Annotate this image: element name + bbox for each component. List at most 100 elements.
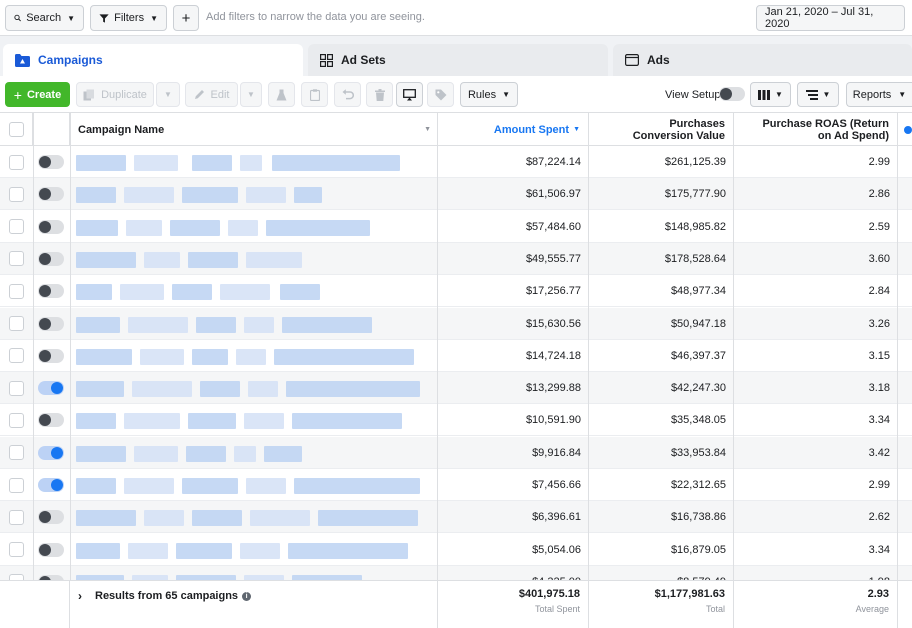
column-header-purchases-value[interactable]: Purchases Conversion Value [589,113,734,146]
campaign-status-toggle[interactable] [38,542,64,557]
row-checkbox[interactable] [9,154,24,170]
footer-average-roas: 2.93 Average [734,581,898,628]
edit-label: Edit [210,88,230,101]
preview-icon [403,88,416,100]
select-all-checkbox[interactable] [8,122,24,137]
row-checkbox[interactable] [9,283,24,299]
reports-button[interactable]: Reports ▼ [846,82,912,107]
row-select-cell [0,469,33,501]
campaign-name-redacted [288,542,408,559]
table-row[interactable]: $6,396.61 $16,738.86 2.62 [0,501,912,534]
amount-spent-cell: $57,484.60 [525,220,581,233]
duplicate-button[interactable]: Duplicate [76,82,154,107]
filters-button[interactable]: Filters ▼ [90,5,167,31]
row-checkbox[interactable] [9,316,24,331]
campaign-name-redacted [76,155,126,171]
row-checkbox[interactable] [9,348,24,364]
campaign-name-redacted [120,284,164,301]
row-checkbox[interactable] [9,186,24,202]
preview-button[interactable] [396,82,423,107]
campaign-name-redacted [294,187,322,204]
date-range-picker[interactable]: Jan 21, 2020 – Jul 31, 2020 [756,5,905,31]
create-button[interactable]: + Create [5,82,70,107]
add-filter-button[interactable]: + [173,5,199,31]
campaign-name-redacted [76,445,126,462]
campaign-status-toggle[interactable] [38,445,64,460]
table-row[interactable]: $13,299.88 $42,247.30 3.18 [0,372,912,405]
column-header-roas[interactable]: Purchase ROAS (Return on Ad Spend) [734,113,898,146]
filters-label: Filters [114,12,145,24]
search-button[interactable]: Search ▼ [5,5,84,31]
tab-ads[interactable]: Ads [613,44,912,76]
breakdown-button[interactable]: ▼ [797,82,839,107]
table-row[interactable]: $9,916.84 $33,953.84 3.42 [0,436,912,469]
table-row[interactable]: $7,456.66 $22,312.65 2.99 [0,469,912,501]
row-checkbox[interactable] [9,219,24,235]
amount-spent-cell: $10,591.90 [525,414,581,427]
table-row[interactable]: $17,256.77 $48,977.34 2.84 [0,275,912,308]
rules-button[interactable]: Rules ▼ [460,82,518,107]
row-checkbox[interactable] [9,509,24,525]
plus-icon: + [13,86,22,103]
table-row[interactable]: $5,054.06 $16,879.05 3.34 [0,534,912,566]
ab-test-button[interactable] [268,82,295,107]
column-header-amount-spent[interactable]: Amount Spent ▼ [438,113,589,146]
column-divider [437,113,438,580]
table-row[interactable]: $61,506.97 $175,777.90 2.86 [0,178,912,211]
roas-cell: 3.42 [868,446,890,459]
edit-button[interactable]: Edit [185,82,238,107]
duplicate-dropdown[interactable]: ▼ [156,82,180,107]
view-setup-label: View Setup [665,89,721,101]
info-icon[interactable]: i [242,591,252,601]
average-roas-label: Average [855,604,889,614]
row-checkbox[interactable] [9,445,24,461]
campaign-status-toggle[interactable] [38,413,64,428]
row-checkbox[interactable] [9,412,24,428]
row-checkbox[interactable] [9,477,24,493]
sort-descending-icon: ▼ [573,125,580,133]
campaign-status-toggle[interactable] [38,510,64,525]
campaign-status-toggle[interactable] [38,155,64,169]
column-header-campaign-name[interactable]: Campaign Name ▼ [70,113,438,146]
table-row[interactable]: $14,724.18 $46,397.37 3.15 [0,340,912,372]
campaign-status-toggle[interactable] [38,381,64,396]
undo-button[interactable] [334,82,361,107]
table-row[interactable]: $10,591.90 $35,348.05 3.34 [0,404,912,437]
campaign-name-redacted [172,284,212,301]
results-summary[interactable]: › Results from 65 campaigns i [78,589,252,603]
roas-cell: 2.99 [868,156,890,168]
campaign-status-toggle[interactable] [38,251,64,266]
table-row[interactable]: $15,630.56 $50,947.18 3.26 [0,307,912,340]
footer-results-cell[interactable]: › Results from 65 campaigns i [70,581,438,628]
campaign-status-toggle[interactable] [38,478,64,492]
table-row[interactable]: $4,325.00$8,579.491.98 [0,565,912,580]
campaign-status-toggle[interactable] [38,284,64,299]
campaign-status-toggle[interactable] [38,316,64,331]
table-row[interactable]: $87,224.14 $261,125.39 2.99 [0,146,912,178]
campaign-status-toggle[interactable] [38,219,64,234]
campaign-status-toggle[interactable] [38,348,64,363]
breakdown-icon [805,89,818,100]
add-column-cell[interactable] [898,113,912,146]
delete-button[interactable] [366,82,393,107]
chevron-down-icon: ▼ [822,90,831,99]
tab-campaigns[interactable]: Campaigns [3,44,303,76]
campaign-name-redacted [282,316,372,333]
campaign-status-toggle[interactable] [38,187,64,202]
table-row[interactable]: $49,555.77 $178,528.64 3.60 [0,242,912,275]
edit-dropdown[interactable]: ▼ [240,82,262,107]
tab-ad-sets[interactable]: Ad Sets [308,44,608,76]
table-row[interactable]: $57,484.60 $148,985.82 2.59 [0,211,912,243]
campaign-name-redacted [200,381,240,398]
clipboard-button[interactable] [301,82,328,107]
row-checkbox[interactable] [9,542,24,558]
campaign-name-redacted [244,413,284,430]
view-setup-toggle[interactable] [719,87,745,101]
row-select-cell [0,534,33,566]
columns-button[interactable]: ▼ [750,82,791,107]
tag-button[interactable] [427,82,454,107]
footer-blank-cell [0,581,70,628]
row-checkbox[interactable] [9,380,24,396]
campaign-name-redacted [76,348,132,365]
row-checkbox[interactable] [9,251,24,267]
